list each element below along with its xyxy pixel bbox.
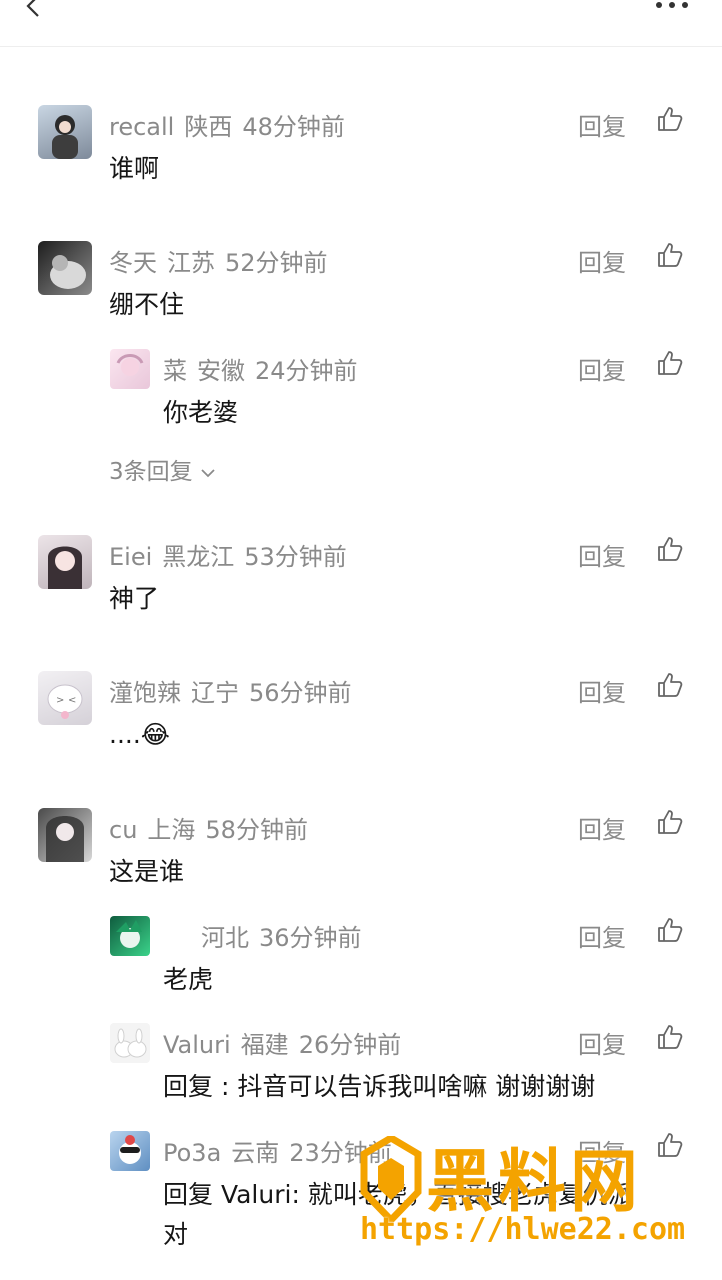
comment-meta: Eiei 黑龙江 53分钟前	[109, 537, 357, 572]
region: 辽宁	[191, 679, 239, 707]
comment-text-continued: 对	[163, 1220, 189, 1249]
timestamp: 36分钟前	[259, 924, 362, 952]
comment-text: 回复 : 抖音可以告诉我叫啥嘛 谢谢谢谢	[163, 1072, 596, 1101]
region: 江苏	[167, 249, 215, 277]
avatar[interactable]	[38, 241, 92, 295]
avatar[interactable]	[110, 1023, 150, 1063]
region: 黑龙江	[162, 543, 235, 571]
timestamp: 48分钟前	[242, 113, 345, 141]
more-replies-label: 3条回复	[109, 459, 193, 485]
region: 陕西	[184, 113, 233, 141]
reply-button[interactable]: 回复	[578, 810, 626, 845]
comment-meta: Valuri 福建 26分钟前	[163, 1025, 411, 1060]
username[interactable]: 冬天	[109, 249, 157, 277]
timestamp: 53分钟前	[244, 543, 347, 571]
watermark-logo-icon	[360, 1136, 422, 1222]
username[interactable]: Po3a	[163, 1139, 221, 1167]
timestamp: 52分钟前	[225, 249, 328, 277]
reply-button[interactable]: 回复	[578, 673, 626, 708]
reply-button[interactable]: 回复	[578, 918, 626, 953]
reply-button[interactable]: 回复	[578, 107, 626, 142]
reply-button[interactable]: 回复	[578, 351, 626, 386]
watermark-title: 黑料网	[426, 1143, 643, 1222]
comment-text: 老虎	[163, 965, 214, 994]
avatar[interactable]	[38, 105, 92, 159]
thumbs-up-icon[interactable]	[656, 349, 684, 377]
username[interactable]: 潼饱辣	[109, 679, 181, 707]
thumbs-up-icon[interactable]	[656, 1023, 684, 1051]
thumbs-up-icon[interactable]	[656, 916, 684, 944]
username[interactable]: Eiei	[109, 543, 152, 571]
comment-meta: 河北 36分钟前	[163, 918, 372, 953]
reply-button[interactable]: 回复	[578, 1025, 626, 1060]
expand-replies-button[interactable]: 3条回复	[109, 452, 216, 486]
thumbs-up-icon[interactable]	[656, 808, 684, 836]
avatar[interactable]	[110, 1131, 150, 1171]
timestamp: 56分钟前	[249, 679, 352, 707]
region: 云南	[231, 1139, 280, 1167]
thumbs-up-icon[interactable]	[656, 241, 684, 269]
more-options-icon[interactable]	[654, 0, 690, 10]
comment-text: 你老婆	[163, 398, 239, 427]
comment-meta: 潼饱辣 辽宁 56分钟前	[109, 673, 362, 708]
avatar[interactable]: > <	[38, 671, 92, 725]
watermark: 黑料网 https://hlwe22.com	[360, 1132, 700, 1252]
top-bar	[0, 0, 722, 47]
watermark-url: https://hlwe22.com	[360, 1212, 686, 1247]
thumbs-up-icon[interactable]	[656, 105, 684, 133]
comment-meta: cu 上海 58分钟前	[109, 810, 318, 845]
timestamp: 24分钟前	[255, 357, 358, 385]
chevron-down-icon	[201, 468, 215, 477]
avatar[interactable]	[110, 916, 150, 956]
reply-button[interactable]: 回复	[578, 243, 626, 278]
svg-text:>: >	[56, 695, 64, 706]
thumbs-up-icon[interactable]	[656, 671, 684, 699]
comment-text: 绷不住	[109, 290, 185, 319]
username[interactable]: 菜	[163, 357, 187, 385]
back-arrow-icon[interactable]	[22, 0, 46, 18]
timestamp: 26分钟前	[298, 1031, 402, 1059]
region: 河北	[201, 924, 249, 952]
comment-text: 这是谁	[109, 857, 185, 886]
comment-meta: 冬天 江苏 52分钟前	[109, 243, 338, 278]
reply-button[interactable]: 回复	[578, 537, 626, 572]
comment-text: 神了	[109, 584, 160, 613]
timestamp: 58分钟前	[205, 816, 308, 844]
comment-text: 谁啊	[109, 154, 160, 183]
region: 上海	[147, 816, 196, 844]
username[interactable]: recall	[109, 113, 174, 141]
avatar[interactable]	[38, 808, 92, 862]
avatar[interactable]	[110, 349, 150, 389]
region: 安徽	[197, 357, 245, 385]
username[interactable]: Valuri	[163, 1031, 231, 1059]
thumbs-up-icon[interactable]	[656, 535, 684, 563]
svg-text:<: <	[68, 695, 76, 706]
username[interactable]: cu	[109, 816, 137, 844]
comment-text: ....😂	[109, 720, 170, 749]
comment-meta: recall 陕西 48分钟前	[109, 107, 355, 142]
region: 福建	[240, 1031, 289, 1059]
comment-meta: 菜安徽 24分钟前	[163, 351, 368, 386]
avatar[interactable]	[38, 535, 92, 589]
